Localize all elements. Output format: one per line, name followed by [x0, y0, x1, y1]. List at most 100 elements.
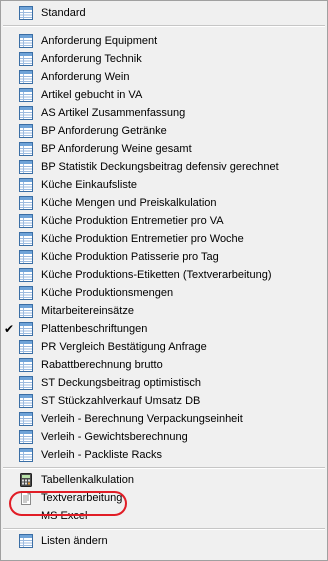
table-icon: [19, 430, 33, 444]
menu-item-label: ST Deckungsbeitrag optimistisch: [41, 377, 201, 389]
table-icon: [19, 250, 33, 264]
menu-item-bp-statistik-deckungsbeitrag-defensiv-gerechnet[interactable]: BP Statistik Deckungsbeitrag defensiv ge…: [1, 158, 327, 176]
menu-item-gutter: [1, 140, 37, 158]
table-icon: [19, 268, 33, 282]
menu-item-anforderung-equipment[interactable]: Anforderung Equipment: [1, 32, 327, 50]
menu-item-verleih-packliste-racks[interactable]: Verleih - Packliste Racks: [1, 446, 327, 464]
menu-item-pr-vergleich-bestatigung-anfrage[interactable]: PR Vergleich Bestätigung Anfrage: [1, 338, 327, 356]
menu-item-label: BP Statistik Deckungsbeitrag defensiv ge…: [41, 161, 279, 173]
menu-item-label: Küche Produktion Entremetier pro Woche: [41, 233, 244, 245]
menu-item-gutter: [1, 32, 37, 50]
menu-item-label: Anforderung Technik: [41, 53, 142, 65]
menu-item-bp-anforderung-weine-gesamt[interactable]: BP Anforderung Weine gesamt: [1, 140, 327, 158]
menu-item-label: Verleih - Berechnung Verpackungseinheit: [41, 413, 243, 425]
menu-item-kuche-mengen-und-preiskalkulation[interactable]: Küche Mengen und Preiskalkulation: [1, 194, 327, 212]
menu-item-label: Standard: [41, 7, 86, 19]
menu-item-gutter: [1, 248, 37, 266]
table-icon: [19, 448, 33, 462]
menu-item-gutter: [1, 158, 37, 176]
menu-item-gutter: [1, 4, 37, 22]
menu-item-label: Küche Produktions-Etiketten (Textverarbe…: [41, 269, 272, 281]
table-icon: [19, 394, 33, 408]
menu-item-gutter: [1, 266, 37, 284]
menu-item-gutter: [1, 410, 37, 428]
menu-item-bp-anforderung-getranke[interactable]: BP Anforderung Getränke: [1, 122, 327, 140]
menu-item-tabellenkalkulation[interactable]: Tabellenkalkulation: [1, 471, 327, 489]
menu-item-anforderung-wein[interactable]: Anforderung Wein: [1, 68, 327, 86]
table-icon: [19, 534, 33, 548]
menu-item-label: Plattenbeschriftungen: [41, 323, 148, 335]
table-icon: [19, 160, 33, 174]
menu-item-label: MS Excel: [41, 510, 88, 522]
menu-item-gutter: [1, 446, 37, 464]
menu-item-textverarbeitung[interactable]: Textverarbeitung: [1, 489, 327, 507]
menu-item-kuche-produktions-etiketten-textverarbeitung[interactable]: Küche Produktions-Etiketten (Textverarbe…: [1, 266, 327, 284]
menu-item-plattenbeschriftungen[interactable]: ✔ Plattenbeschriftungen: [1, 320, 327, 338]
menu-item-label: Verleih - Gewichtsberechnung: [41, 431, 188, 443]
menu-item-gutter: [1, 428, 37, 446]
table-icon: [19, 70, 33, 84]
table-icon: [19, 178, 33, 192]
menu-item-label: Mitarbeitereinsätze: [41, 305, 134, 317]
table-icon: [19, 232, 33, 246]
menu-item-label: Küche Produktion Entremetier pro VA: [41, 215, 224, 227]
menu-item-kuche-produktion-patisserie-pro-tag[interactable]: Küche Produktion Patisserie pro Tag: [1, 248, 327, 266]
menu-separator: [1, 525, 327, 532]
table-icon: [19, 88, 33, 102]
table-icon: [19, 358, 33, 372]
menu-item-label: Rabattberechnung brutto: [41, 359, 163, 371]
menu-item-listen-andern[interactable]: Listen ändern: [1, 532, 327, 550]
blank-icon: [19, 509, 33, 523]
menu-item-kuche-produktion-entremetier-pro-woche[interactable]: Küche Produktion Entremetier pro Woche: [1, 230, 327, 248]
table-icon: [19, 124, 33, 138]
menu-item-label: Anforderung Wein: [41, 71, 130, 83]
menu-item-rabattberechnung-brutto[interactable]: Rabattberechnung brutto: [1, 356, 327, 374]
menu-item-st-stuckzahlverkauf-umsatz-db[interactable]: ST Stückzahlverkauf Umsatz DB: [1, 392, 327, 410]
menu-item-verleih-berechnung-verpackungseinheit[interactable]: Verleih - Berechnung Verpackungseinheit: [1, 410, 327, 428]
menu-item-gutter: [1, 507, 37, 525]
menu-item-gutter: [1, 86, 37, 104]
menu-item-gutter: [1, 230, 37, 248]
menu-item-gutter: [1, 356, 37, 374]
menu-item-label: BP Anforderung Weine gesamt: [41, 143, 192, 155]
menu-item-label: BP Anforderung Getränke: [41, 125, 167, 137]
menu-item-artikel-gebucht-in-va[interactable]: Artikel gebucht in VA: [1, 86, 327, 104]
menu-item-gutter: [1, 194, 37, 212]
table-icon: [19, 6, 33, 20]
menu-item-kuche-produktionsmengen[interactable]: Küche Produktionsmengen: [1, 284, 327, 302]
menu-item-anforderung-technik[interactable]: Anforderung Technik: [1, 50, 327, 68]
menu-item-gutter: [1, 212, 37, 230]
menu-item-standard[interactable]: Standard: [1, 4, 327, 22]
menu-item-gutter: [1, 489, 37, 507]
menu-item-label: AS Artikel Zusammenfassung: [41, 107, 186, 119]
menu-item-gutter: [1, 68, 37, 86]
menu-item-label: PR Vergleich Bestätigung Anfrage: [41, 341, 207, 353]
menu-item-gutter: [1, 532, 37, 550]
menu-item-label: ST Stückzahlverkauf Umsatz DB: [41, 395, 201, 407]
table-icon: [19, 412, 33, 426]
menu-item-as-artikel-zusammenfassung[interactable]: AS Artikel Zusammenfassung: [1, 104, 327, 122]
table-icon: [19, 340, 33, 354]
menu-item-gutter: [1, 50, 37, 68]
table-icon: [19, 196, 33, 210]
menu-item-verleih-gewichtsberechnung[interactable]: Verleih - Gewichtsberechnung: [1, 428, 327, 446]
menu-item-label: Küche Mengen und Preiskalkulation: [41, 197, 217, 209]
menu-item-gutter: [1, 338, 37, 356]
menu-item-kuche-produktion-entremetier-pro-va[interactable]: Küche Produktion Entremetier pro VA: [1, 212, 327, 230]
menu-item-gutter: ✔: [1, 320, 37, 338]
menu-separator: [1, 22, 327, 29]
menu-item-mitarbeitereinsatze[interactable]: Mitarbeitereinsätze: [1, 302, 327, 320]
menu-item-gutter: [1, 471, 37, 489]
menu-item-label: Verleih - Packliste Racks: [41, 449, 163, 461]
menu-item-gutter: [1, 284, 37, 302]
menu-item-gutter: [1, 392, 37, 410]
table-icon: [19, 52, 33, 66]
menu-separator: [1, 464, 327, 471]
menu-item-gutter: [1, 104, 37, 122]
menu-item-ms-excel[interactable]: MS Excel: [1, 507, 327, 525]
menu-item-gutter: [1, 176, 37, 194]
menu-item-st-deckungsbeitrag-optimistisch[interactable]: ST Deckungsbeitrag optimistisch: [1, 374, 327, 392]
table-icon: [19, 214, 33, 228]
menu-item-label: Listen ändern: [41, 535, 108, 547]
menu-item-kuche-einkaufsliste[interactable]: Küche Einkaufsliste: [1, 176, 327, 194]
